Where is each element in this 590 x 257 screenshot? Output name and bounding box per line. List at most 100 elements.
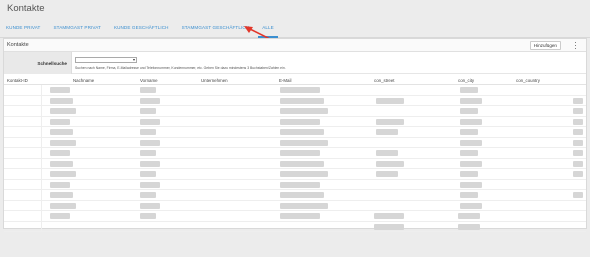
table-header: Kontakt-ID Nachname Vorname Unternehmen … [4,74,586,85]
column-header-unternehmen[interactable]: Unternehmen [201,78,228,83]
column-header-vorname[interactable]: Vorname [140,78,158,83]
row-id-cell [4,158,42,169]
redacted-cell-value [280,108,328,114]
column-header-con-city[interactable]: con_city [458,78,474,83]
table-row[interactable] [4,158,586,169]
redacted-cell-value [460,118,482,125]
table-row[interactable] [4,116,586,127]
redacted-cell-value [280,150,320,156]
redacted-cell-value [573,118,583,125]
redacted-cell-value [376,97,404,104]
redacted-cell-value [140,213,156,219]
redacted-cell-value [458,213,480,219]
redacted-cell-value [50,97,73,104]
tab-stammgast-privat[interactable]: STAMMGAST PRIVAT [53,17,100,37]
tab-kunde-geschaeftlich[interactable]: KUNDE GESCHÄFTLICH [114,17,169,37]
row-id-cell [4,106,42,117]
row-id-cell [4,211,42,222]
redacted-cell-value [573,150,583,156]
redacted-cell-value [460,108,478,114]
tab-stammgast-geschaeftlich[interactable]: STAMMGAST GESCHÄFTLICH [182,17,250,37]
column-header-kontakt-id[interactable]: Kontakt-ID [7,78,28,83]
table-row[interactable] [4,127,586,138]
redacted-cell-value [376,118,404,125]
redacted-cell-value [50,87,70,93]
redacted-cell-value [140,129,156,135]
row-id-cell [4,116,42,127]
redacted-cell-value [376,150,398,156]
redacted-cell-value [50,108,76,114]
redacted-cell-value [460,181,482,188]
redacted-cell-value [280,171,328,177]
tab-bar: KUNDE PRIVAT STAMMGAST PRIVAT KUNDE GESC… [0,17,590,38]
redacted-cell-value [50,118,70,125]
redacted-cell-value [280,129,324,135]
quick-search-label: Schnellsuche [37,61,67,66]
row-id-cell [4,85,42,96]
redacted-cell-value [460,129,478,135]
quick-search-hint: Suchen nach Name, Firma, E-Mailadresse u… [75,66,286,70]
redacted-cell-value [280,118,320,125]
redacted-cell-value [140,108,156,114]
column-header-email[interactable]: E-Mail [279,78,291,83]
table-body [4,85,586,232]
row-id-cell [4,179,42,190]
table-row[interactable] [4,200,586,211]
table-row[interactable] [4,85,586,96]
redacted-cell-value [140,139,160,146]
table-row[interactable] [4,148,586,159]
redacted-cell-value [458,223,480,230]
redacted-cell-value [280,213,320,219]
table-row[interactable] [4,211,586,222]
table-row[interactable] [4,95,586,106]
table-row[interactable] [4,221,586,232]
redacted-cell-value [573,139,583,146]
contacts-card: Kontakte Hinzufügen Schnellsuche Suchen … [3,38,587,232]
column-header-con-street[interactable]: con_street [374,78,395,83]
redacted-cell-value [460,160,482,167]
redacted-cell-value [140,118,160,125]
redacted-cell-value [140,150,156,156]
table-row[interactable] [4,190,586,201]
chevron-down-icon [133,59,135,61]
redacted-cell-value [140,192,156,198]
redacted-cell-value [50,160,73,167]
redacted-cell-value [140,171,156,177]
redacted-cell-value [460,192,478,198]
redacted-cell-value [280,192,324,198]
tab-kunde-privat[interactable]: KUNDE PRIVAT [6,17,40,37]
redacted-cell-value [460,171,478,177]
redacted-cell-value [460,150,478,156]
table-row[interactable] [4,137,586,148]
redacted-cell-value [376,160,404,167]
add-button[interactable]: Hinzufügen [529,41,561,50]
column-header-con-country[interactable]: con_country [516,78,540,83]
vertical-ellipsis-icon[interactable] [574,41,577,50]
row-id-cell [4,169,42,180]
table-row[interactable] [4,106,586,117]
redacted-cell-value [280,139,328,146]
table-row[interactable] [4,179,586,190]
redacted-cell-value [280,87,320,93]
table-row[interactable] [4,169,586,180]
page-title: Kontakte [7,3,45,14]
quick-search-input[interactable] [75,57,137,63]
redacted-cell-value [573,108,583,114]
redacted-cell-value [374,223,404,230]
redacted-cell-value [460,97,482,104]
redacted-cell-value [374,213,404,219]
redacted-cell-value [140,202,160,209]
row-id-cell [4,148,42,159]
column-header-nachname[interactable]: Nachname [73,78,94,83]
redacted-cell-value [140,160,160,167]
redacted-cell-value [376,171,398,177]
redacted-cell-value [280,202,328,209]
redacted-cell-value [50,202,76,209]
quick-search-row: Schnellsuche Suchen nach Name, Firma, E-… [4,52,586,74]
redacted-cell-value [460,87,478,93]
redacted-cell-value [50,129,73,135]
row-id-cell [4,127,42,138]
row-id-cell [4,200,42,211]
redacted-cell-value [280,160,324,167]
redacted-cell-value [573,97,583,104]
